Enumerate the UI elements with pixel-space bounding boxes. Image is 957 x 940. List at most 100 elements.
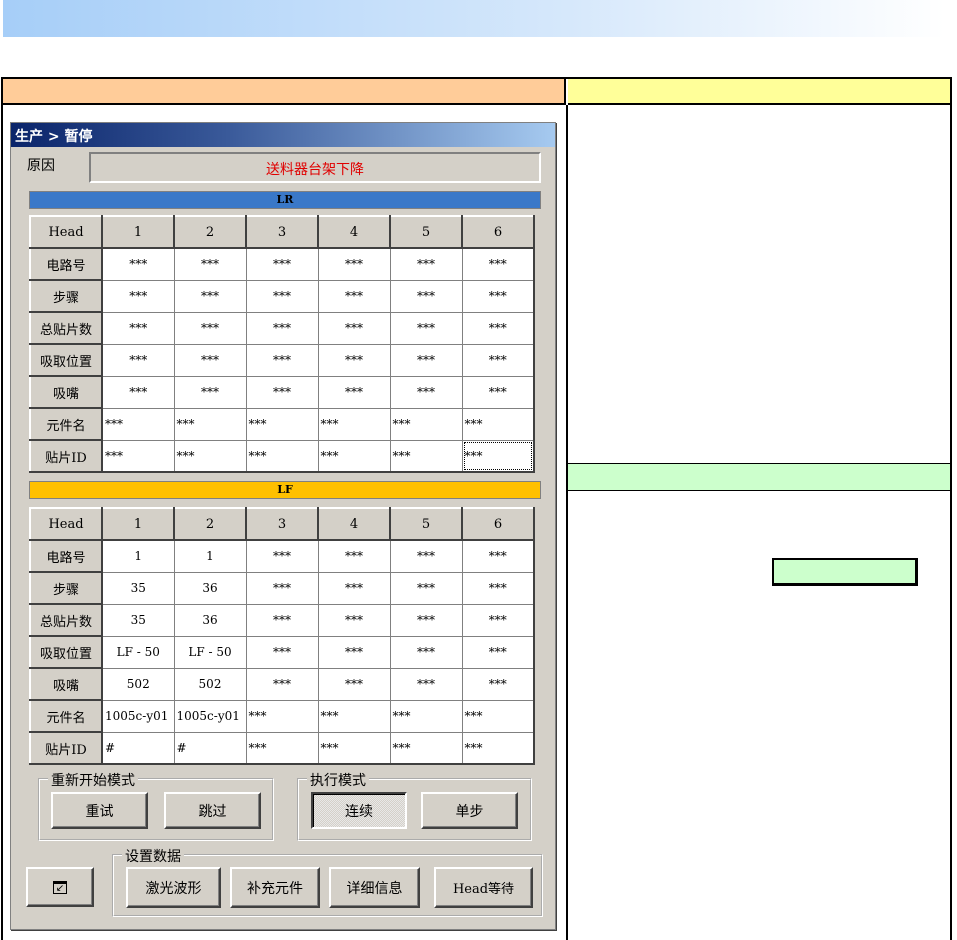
table-cell[interactable]: *** bbox=[173, 311, 247, 345]
table-cell[interactable]: *** bbox=[101, 407, 175, 441]
table-cell[interactable]: *** bbox=[245, 375, 319, 409]
table-cell[interactable]: *** bbox=[461, 439, 535, 473]
table-cell[interactable]: *** bbox=[245, 731, 319, 765]
step-button[interactable]: 单步 bbox=[421, 792, 518, 829]
table-cell[interactable]: *** bbox=[317, 407, 391, 441]
table-cell[interactable]: *** bbox=[101, 279, 175, 313]
table-cell[interactable]: *** bbox=[389, 667, 463, 701]
minimize-button[interactable]: ↙ bbox=[26, 867, 94, 907]
table-cell[interactable]: *** bbox=[101, 343, 175, 377]
table-cell[interactable]: # bbox=[101, 731, 175, 765]
table-cell[interactable]: *** bbox=[317, 375, 391, 409]
table-cell[interactable]: *** bbox=[317, 635, 391, 669]
head-column-4: 4 bbox=[317, 507, 391, 541]
laser-waveform-button[interactable]: 激光波形 bbox=[126, 867, 221, 908]
table-row: 步骤 35 36 *** *** *** *** bbox=[29, 571, 535, 605]
table-cell[interactable]: *** bbox=[389, 311, 463, 345]
table-cell[interactable]: *** bbox=[245, 311, 319, 345]
table-cell[interactable]: *** bbox=[245, 571, 319, 605]
table-cell[interactable]: *** bbox=[461, 311, 535, 345]
table-cell[interactable]: *** bbox=[389, 731, 463, 765]
retry-button[interactable]: 重试 bbox=[51, 792, 148, 829]
table-cell[interactable]: *** bbox=[389, 571, 463, 605]
table-cell[interactable]: 36 bbox=[173, 603, 247, 637]
table-cell[interactable]: 35 bbox=[101, 571, 175, 605]
table-cell[interactable]: *** bbox=[317, 571, 391, 605]
table-cell[interactable]: *** bbox=[245, 667, 319, 701]
table-cell[interactable]: *** bbox=[245, 603, 319, 637]
table-cell[interactable]: *** bbox=[389, 279, 463, 313]
table-cell[interactable]: *** bbox=[389, 699, 463, 733]
table-cell[interactable]: 36 bbox=[173, 571, 247, 605]
table-cell[interactable]: *** bbox=[461, 603, 535, 637]
table-cell[interactable]: # bbox=[173, 731, 247, 765]
table-cell[interactable]: *** bbox=[389, 407, 463, 441]
table-cell[interactable]: *** bbox=[245, 407, 319, 441]
table-cell[interactable]: *** bbox=[317, 731, 391, 765]
table-cell[interactable]: 1 bbox=[101, 539, 175, 573]
table-cell[interactable]: *** bbox=[389, 539, 463, 573]
table-cell[interactable]: 1005c-y01 bbox=[173, 699, 247, 733]
table-row: 电路号 *** *** *** *** *** *** bbox=[29, 247, 535, 281]
table-cell[interactable]: *** bbox=[317, 603, 391, 637]
table-cell[interactable]: *** bbox=[317, 539, 391, 573]
table-cell[interactable]: *** bbox=[461, 667, 535, 701]
table-cell[interactable]: *** bbox=[461, 343, 535, 377]
table-cell[interactable]: *** bbox=[461, 247, 535, 281]
table-row: 吸嘴 502 502 *** *** *** *** bbox=[29, 667, 535, 701]
table-cell[interactable]: *** bbox=[101, 247, 175, 281]
table-cell[interactable]: *** bbox=[245, 279, 319, 313]
table-cell[interactable]: *** bbox=[245, 439, 319, 473]
table-cell[interactable]: *** bbox=[389, 603, 463, 637]
table-cell[interactable]: *** bbox=[245, 635, 319, 669]
head-wait-button[interactable]: Head等待 bbox=[434, 867, 533, 908]
table-cell[interactable]: *** bbox=[173, 407, 247, 441]
table-cell[interactable]: *** bbox=[173, 375, 247, 409]
table-cell[interactable]: *** bbox=[173, 247, 247, 281]
table-cell[interactable]: *** bbox=[389, 343, 463, 377]
table-cell[interactable]: 1 bbox=[173, 539, 247, 573]
table-cell[interactable]: *** bbox=[461, 731, 535, 765]
table-cell[interactable]: *** bbox=[461, 375, 535, 409]
table-cell[interactable]: LF - 50 bbox=[101, 635, 175, 669]
continuous-button[interactable]: 连续 bbox=[311, 792, 407, 829]
table-cell[interactable]: *** bbox=[101, 311, 175, 345]
table-cell[interactable]: 502 bbox=[101, 667, 175, 701]
row-label: 吸取位置 bbox=[29, 343, 103, 377]
table-cell[interactable]: *** bbox=[461, 539, 535, 573]
table-cell[interactable]: LF - 50 bbox=[173, 635, 247, 669]
skip-button[interactable]: 跳过 bbox=[164, 792, 261, 829]
replenish-component-button[interactable]: 补充元件 bbox=[230, 867, 320, 908]
table-cell[interactable]: *** bbox=[461, 635, 535, 669]
table-cell[interactable]: *** bbox=[245, 247, 319, 281]
table-cell[interactable]: *** bbox=[389, 439, 463, 473]
table-cell[interactable]: *** bbox=[101, 375, 175, 409]
table-cell[interactable]: *** bbox=[389, 247, 463, 281]
table-cell[interactable]: *** bbox=[317, 343, 391, 377]
table-cell[interactable]: *** bbox=[101, 439, 175, 473]
table-row: 元件名 *** *** *** *** *** *** bbox=[29, 407, 535, 441]
table-cell[interactable]: 1005c-y01 bbox=[101, 699, 175, 733]
table-cell[interactable]: *** bbox=[461, 699, 535, 733]
row-label: 元件名 bbox=[29, 699, 103, 733]
table-cell[interactable]: *** bbox=[317, 699, 391, 733]
table-cell[interactable]: *** bbox=[317, 311, 391, 345]
table-cell[interactable]: *** bbox=[317, 279, 391, 313]
table-cell[interactable]: *** bbox=[317, 667, 391, 701]
table-cell[interactable]: *** bbox=[173, 279, 247, 313]
table-cell[interactable]: *** bbox=[245, 699, 319, 733]
table-cell[interactable]: *** bbox=[245, 343, 319, 377]
table-cell[interactable]: 502 bbox=[173, 667, 247, 701]
table-cell[interactable]: *** bbox=[461, 571, 535, 605]
table-cell[interactable]: *** bbox=[245, 539, 319, 573]
details-button[interactable]: 详细信息 bbox=[329, 867, 420, 908]
table-cell[interactable]: *** bbox=[317, 247, 391, 281]
table-cell[interactable]: *** bbox=[461, 279, 535, 313]
table-cell[interactable]: *** bbox=[173, 343, 247, 377]
table-cell[interactable]: 35 bbox=[101, 603, 175, 637]
table-cell[interactable]: *** bbox=[461, 407, 535, 441]
table-cell[interactable]: *** bbox=[389, 635, 463, 669]
table-cell[interactable]: *** bbox=[173, 439, 247, 473]
table-cell[interactable]: *** bbox=[317, 439, 391, 473]
table-cell[interactable]: *** bbox=[389, 375, 463, 409]
